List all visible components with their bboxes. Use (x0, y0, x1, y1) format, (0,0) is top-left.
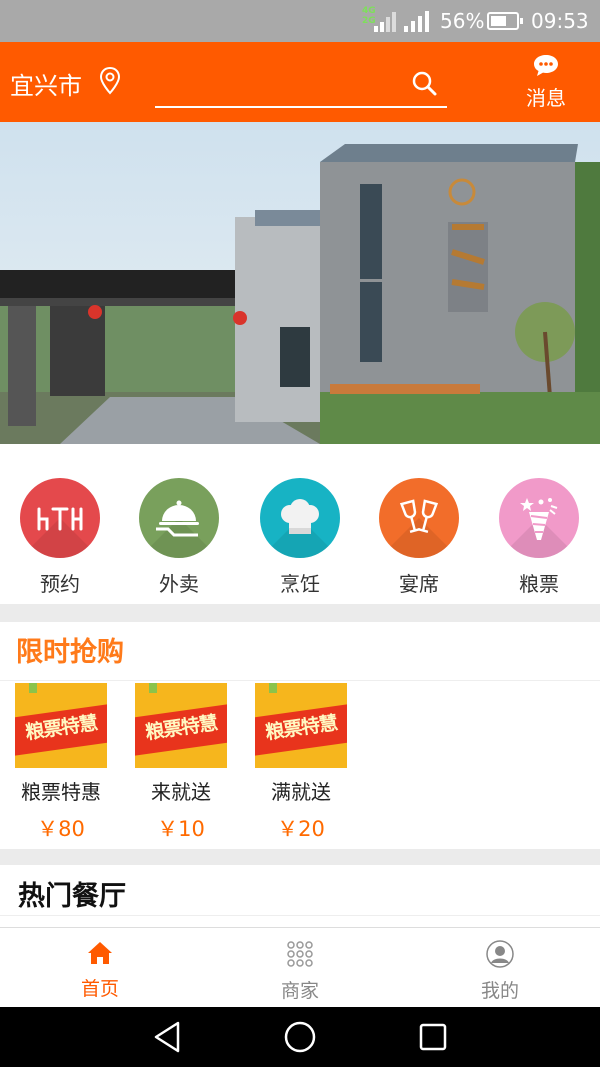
banner-image (0, 122, 600, 444)
nav-label: 商家 (280, 980, 319, 1002)
grid-dots-icon (287, 941, 313, 967)
deal-item[interactable]: 粮票特慧 来就送 ￥10 (135, 683, 227, 843)
system-nav-bar (0, 1007, 600, 1067)
deal-item[interactable]: 粮票特慧 满就送 ￥20 (255, 683, 347, 843)
flash-sale-title: 限时抢购 (16, 637, 124, 668)
user-icon (486, 940, 514, 968)
search-input[interactable] (155, 62, 395, 102)
chat-bubble-icon (534, 55, 558, 76)
app-header: 宜兴市 消息 (0, 42, 600, 122)
status-bar: 4G 2G 56% 09:53 (0, 0, 600, 42)
category-cooking[interactable]: 烹饪 (250, 478, 350, 597)
search-bar[interactable] (155, 62, 447, 108)
food-cloche-icon (139, 478, 219, 558)
category-label: 宴席 (399, 572, 439, 596)
category-reservation[interactable]: 预约 (10, 478, 110, 597)
hot-restaurants-title: 热门餐厅 (18, 881, 126, 912)
nav-label: 我的 (480, 980, 519, 1002)
back-icon[interactable] (152, 1021, 182, 1053)
city-selector[interactable]: 宜兴市 (10, 66, 82, 101)
chef-hat-icon (260, 478, 340, 558)
section-divider (0, 849, 600, 865)
nav-home[interactable]: 首页 (40, 940, 160, 1001)
nav-merchants[interactable]: 商家 (240, 940, 360, 1003)
deal-name: 满就送 (271, 780, 331, 804)
category-coupons[interactable]: 粮票 (489, 478, 589, 597)
deal-image: 粮票特慧 (15, 683, 107, 768)
divider (0, 915, 600, 916)
category-label: 预约 (40, 572, 80, 596)
category-label: 粮票 (519, 572, 559, 596)
search-icon[interactable] (411, 70, 437, 96)
deal-price: ￥80 (37, 817, 85, 841)
section-divider (0, 604, 600, 622)
recents-icon[interactable] (418, 1021, 448, 1053)
bottom-nav: 首页 商家 我的 (0, 927, 600, 1007)
deal-name: 来就送 (151, 780, 211, 804)
home-circle-icon[interactable] (284, 1021, 316, 1053)
messages-button[interactable]: 消息 (524, 54, 568, 111)
battery-icon (487, 12, 523, 30)
banner-carousel[interactable] (0, 122, 600, 444)
coupon-bouquet-icon (499, 478, 579, 558)
deal-price: ￥20 (277, 817, 325, 841)
category-label: 外卖 (159, 572, 199, 596)
deal-price: ￥10 (157, 817, 205, 841)
deal-image: 粮票特慧 (255, 683, 347, 768)
battery-percent: 56% (440, 9, 485, 33)
messages-label: 消息 (526, 86, 566, 110)
deal-name: 粮票特惠 (21, 780, 101, 804)
wine-glasses-icon (379, 478, 459, 558)
dining-table-icon (20, 478, 100, 558)
location-pin-icon[interactable] (99, 66, 121, 96)
deal-item[interactable]: 粮票特慧 粮票特惠 ￥80 (15, 683, 107, 843)
category-takeout[interactable]: 外卖 (129, 478, 229, 597)
nav-profile[interactable]: 我的 (440, 940, 560, 1003)
nav-label: 首页 (80, 978, 119, 1000)
clock: 09:53 (531, 9, 589, 33)
signal-icon (404, 11, 429, 32)
category-label: 烹饪 (280, 572, 320, 596)
deal-image: 粮票特慧 (135, 683, 227, 768)
signal-icon (374, 12, 396, 32)
category-banquet[interactable]: 宴席 (369, 478, 469, 597)
category-grid: 预约 外卖 烹饪 宴席 粮票 (0, 444, 600, 604)
home-icon (88, 942, 112, 964)
divider (0, 680, 600, 681)
